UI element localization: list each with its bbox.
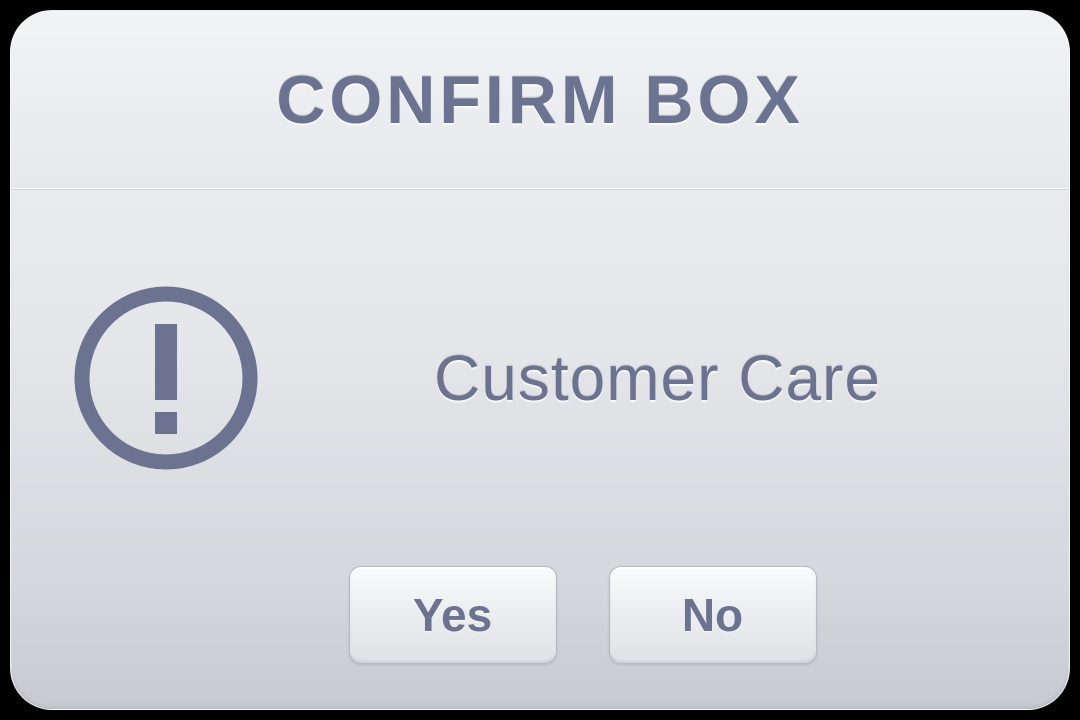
- dialog-body-row: Customer Care: [66, 229, 999, 566]
- yes-button[interactable]: Yes: [349, 566, 557, 664]
- dialog-message: Customer Care: [356, 341, 959, 415]
- dialog-body: Customer Care Yes No: [11, 189, 1069, 709]
- confirm-dialog: CONFIRM BOX Customer Care Yes No: [10, 10, 1070, 710]
- dialog-header: CONFIRM BOX: [11, 11, 1069, 189]
- alert-icon: [66, 278, 266, 478]
- no-button[interactable]: No: [609, 566, 817, 664]
- dialog-title: CONFIRM BOX: [276, 61, 804, 139]
- dialog-footer: Yes No: [166, 566, 999, 669]
